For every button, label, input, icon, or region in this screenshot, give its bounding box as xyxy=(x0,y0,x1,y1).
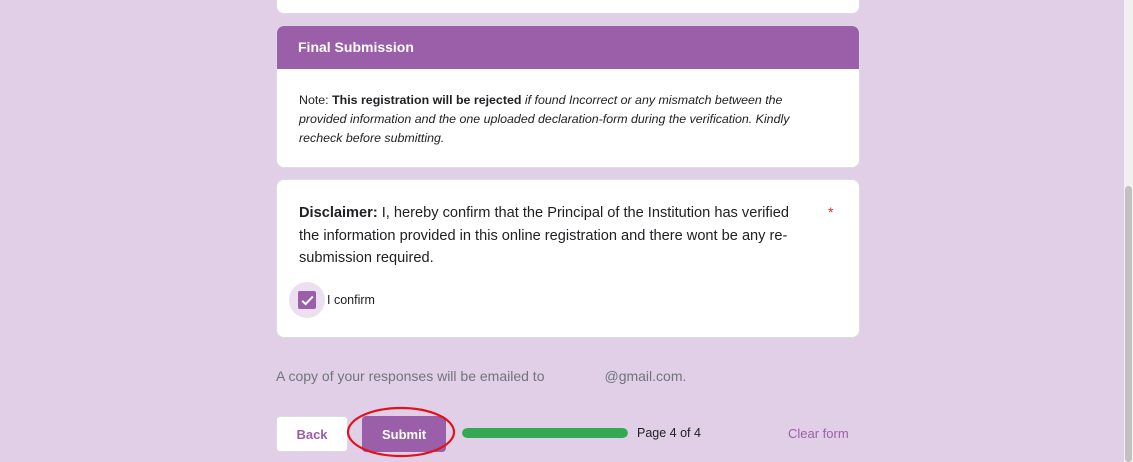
checkbox-focus-halo[interactable] xyxy=(289,282,325,318)
confirm-option-label[interactable]: I confirm xyxy=(327,293,375,307)
disclaimer-question-card: Disclaimer: I, hereby confirm that the P… xyxy=(276,179,860,338)
confirm-option[interactable]: I confirm xyxy=(289,282,375,318)
scrollbar-thumb[interactable] xyxy=(1125,186,1132,462)
progress-bar xyxy=(462,428,628,438)
page-indicator: Page 4 of 4 xyxy=(637,426,701,440)
back-button[interactable]: Back xyxy=(276,416,348,452)
required-asterisk: * xyxy=(828,204,834,220)
clear-form-link[interactable]: Clear form xyxy=(788,426,849,441)
note-bold: This registration will be rejected xyxy=(332,93,522,107)
confirm-checkbox[interactable] xyxy=(298,291,316,309)
email-address-domain: @gmail.com. xyxy=(604,368,687,384)
section-note: Note: This registration will be rejected… xyxy=(277,69,859,148)
submit-button[interactable]: Submit xyxy=(362,416,446,452)
section-title: Final Submission xyxy=(277,26,859,69)
checkmark-icon xyxy=(301,295,314,306)
email-copy-note: A copy of your responses will be emailed… xyxy=(276,368,686,384)
question-label-bold: Disclaimer: xyxy=(299,205,378,221)
note-prefix: Note: xyxy=(299,93,333,107)
progress-bar-fill xyxy=(462,428,628,438)
final-submission-section: Final Submission Note: This registration… xyxy=(276,25,860,168)
previous-card xyxy=(276,0,860,14)
email-note-prefix: A copy of your responses will be emailed… xyxy=(276,368,545,384)
question-label: Disclaimer: I, hereby confirm that the P… xyxy=(299,202,799,270)
